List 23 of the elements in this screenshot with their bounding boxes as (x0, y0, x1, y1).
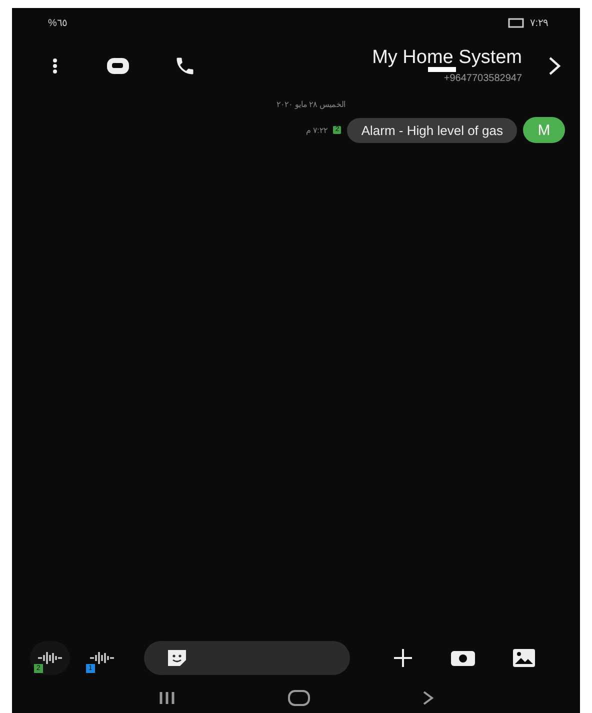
message-bubble[interactable]: Alarm - High level of gas (347, 118, 517, 142)
screen-icon (508, 18, 524, 28)
image-icon[interactable] (512, 648, 536, 668)
message-time: ٧:٢٢ م (306, 126, 328, 134)
date-separator: الخميس ٢٨ مايو ٢٠٢٠ (276, 100, 346, 109)
plus-icon[interactable] (392, 647, 414, 669)
chevron-icon[interactable] (548, 56, 562, 76)
message-input-field[interactable] (144, 641, 350, 675)
phone-icon[interactable] (174, 55, 196, 77)
home-icon[interactable] (286, 689, 311, 707)
waveform-icon (89, 651, 115, 665)
phone-number: +9647703582947 (444, 73, 522, 84)
waveform-icon (37, 651, 63, 665)
more-icon[interactable] (52, 58, 58, 74)
camera-icon[interactable] (450, 649, 476, 667)
back-icon[interactable] (422, 690, 434, 706)
status-indicators: %٦٥ (48, 17, 67, 29)
sticker-icon[interactable] (166, 648, 188, 668)
recent-apps-icon[interactable] (158, 691, 176, 705)
video-call-icon[interactable] (106, 57, 130, 75)
contact-name: My Home System (372, 48, 522, 67)
clock: ٧:٢٩ (530, 17, 548, 29)
redaction-bar (428, 67, 456, 72)
